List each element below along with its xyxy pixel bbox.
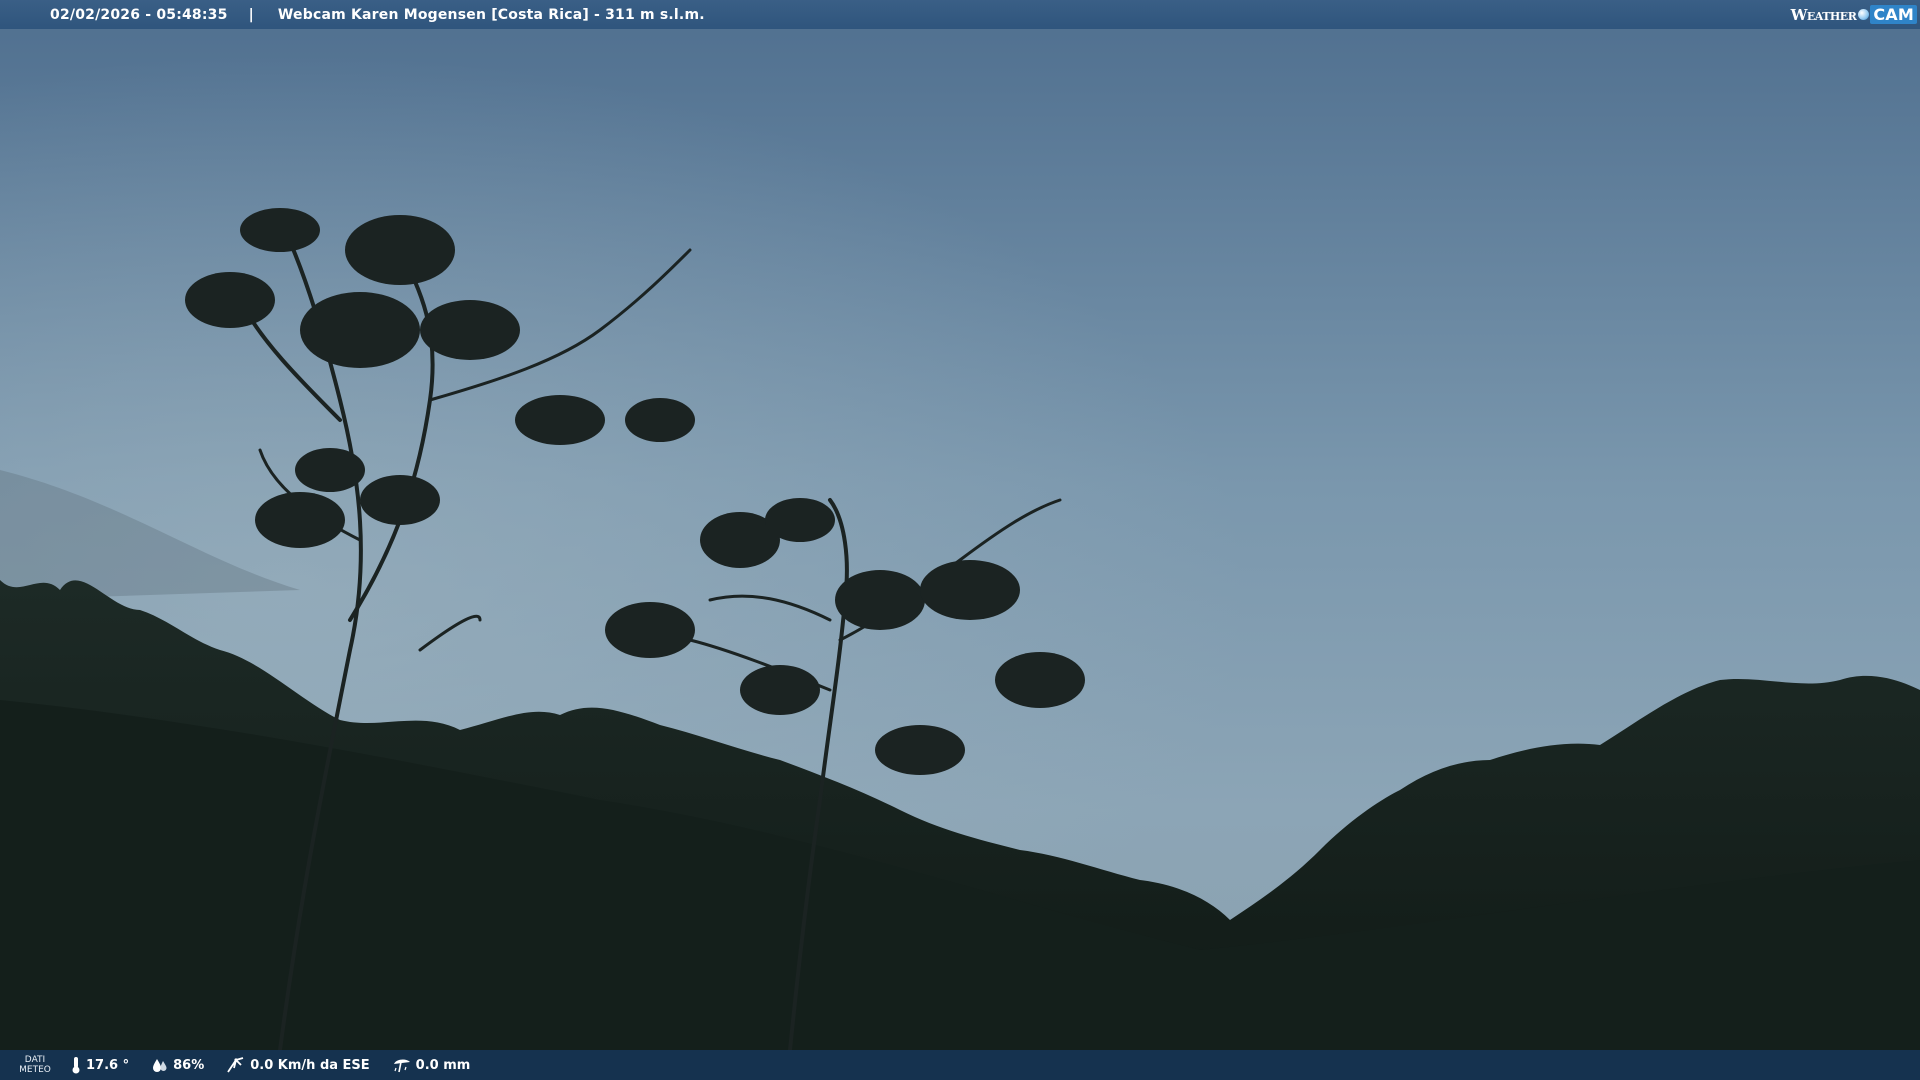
brand-cam-text: CAM <box>1870 5 1917 24</box>
webcam-frame: 02/02/2026 - 05:48:35 | Webcam Karen Mog… <box>0 0 1920 1080</box>
webcam-title: Webcam Karen Mogensen [Costa Rica] - 311… <box>277 6 705 23</box>
dati-meteo-button[interactable]: DATI METEO <box>0 1055 70 1075</box>
meteo-label: METEO <box>19 1065 51 1075</box>
humidity-value: 86% <box>173 1057 205 1073</box>
webcam-image <box>0 0 1920 1080</box>
globe-icon <box>1858 9 1870 20</box>
dati-label: DATI <box>24 1055 46 1065</box>
rain-value: 0.0 mm <box>415 1057 471 1073</box>
rain-gauge-icon <box>393 1059 410 1073</box>
wind-icon <box>227 1057 244 1073</box>
humidity-readout: 86% <box>151 1057 204 1073</box>
humidity-drop-icon <box>153 1059 167 1072</box>
weathercam-logo[interactable]: Weather CAM <box>1791 3 1917 26</box>
header-bar: 02/02/2026 - 05:48:35 | Webcam Karen Mog… <box>0 0 1920 29</box>
temperature-value: 17.6 ° <box>86 1057 130 1073</box>
timestamp: 02/02/2026 - 05:48:35 <box>50 6 228 23</box>
temperature-readout: 17.6 ° <box>70 1056 129 1074</box>
header-separator: | <box>248 6 254 23</box>
wind-value: 0.0 Km/h da ESE <box>250 1057 370 1073</box>
brand-weather-text: Weather <box>1790 5 1857 24</box>
thermometer-icon <box>72 1057 80 1074</box>
weather-data-bar: DATI METEO 17.6 ° 86% 0.0 Km/h da ESE 0.… <box>0 1050 1920 1080</box>
rain-readout: 0.0 mm <box>392 1056 471 1074</box>
wind-readout: 0.0 Km/h da ESE <box>226 1056 370 1074</box>
